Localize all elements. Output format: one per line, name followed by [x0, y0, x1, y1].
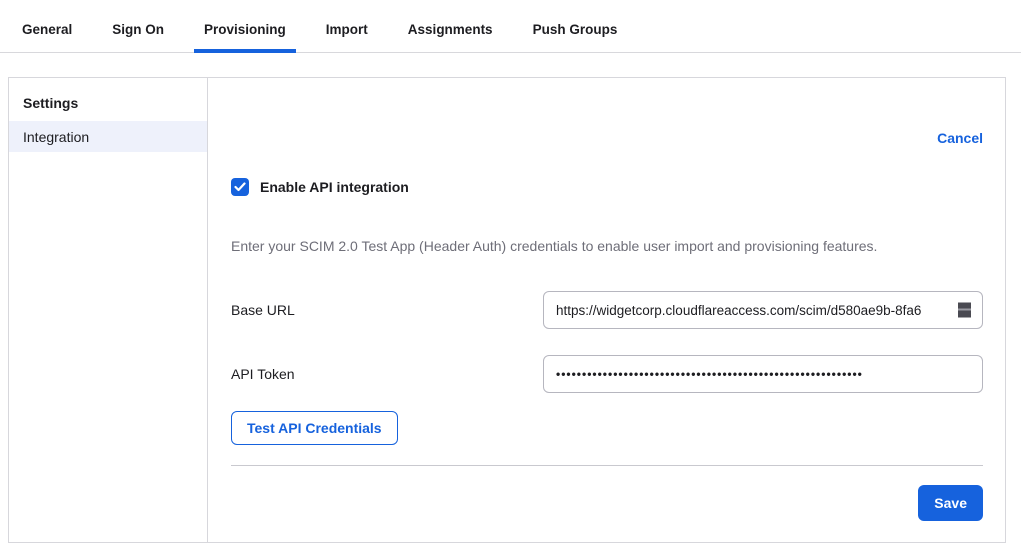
credentials-description: Enter your SCIM 2.0 Test App (Header Aut…	[231, 238, 983, 254]
tab-general[interactable]: General	[20, 22, 74, 52]
save-button[interactable]: Save	[918, 485, 983, 521]
api-token-label: API Token	[231, 366, 543, 382]
enable-api-integration-label: Enable API integration	[260, 179, 409, 195]
text-selection-artifact	[958, 303, 971, 318]
cancel-button[interactable]: Cancel	[937, 130, 983, 146]
test-api-credentials-button[interactable]: Test API Credentials	[231, 411, 398, 445]
api-token-input[interactable]: ••••••••••••••••••••••••••••••••••••••••…	[543, 355, 983, 393]
integration-settings-form: Cancel Enable API integration Enter your…	[208, 78, 1007, 542]
footer-divider	[231, 465, 983, 466]
settings-sidebar: Settings Integration	[9, 78, 208, 542]
tab-sign-on[interactable]: Sign On	[110, 22, 166, 52]
tab-import[interactable]: Import	[324, 22, 370, 52]
base-url-input[interactable]: https://widgetcorp.cloudflareaccess.com/…	[543, 291, 983, 329]
checkmark-icon	[234, 182, 246, 192]
sidebar-heading: Settings	[9, 78, 207, 121]
provisioning-panel: Settings Integration Cancel Enable API i…	[8, 77, 1006, 543]
base-url-value: https://widgetcorp.cloudflareaccess.com/…	[556, 303, 921, 318]
app-tab-bar: General Sign On Provisioning Import Assi…	[0, 0, 1021, 53]
api-token-masked-value: ••••••••••••••••••••••••••••••••••••••••…	[556, 367, 863, 381]
sidebar-item-integration[interactable]: Integration	[9, 121, 207, 152]
enable-api-integration-checkbox[interactable]	[231, 178, 249, 196]
tab-provisioning[interactable]: Provisioning	[202, 22, 288, 52]
tab-assignments[interactable]: Assignments	[406, 22, 495, 52]
tab-push-groups[interactable]: Push Groups	[531, 22, 620, 52]
base-url-label: Base URL	[231, 302, 543, 318]
